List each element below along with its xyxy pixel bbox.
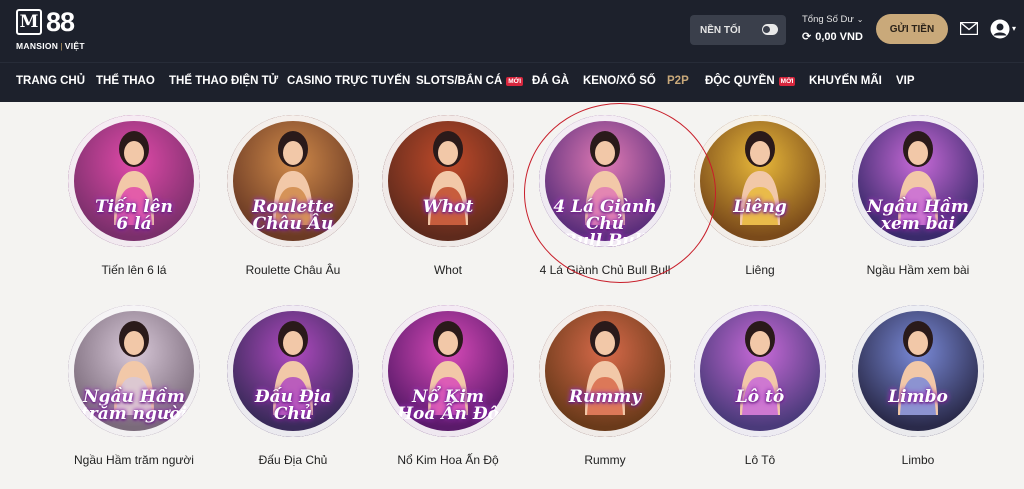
nav-item-home[interactable]: TRANG CHỦ: [16, 75, 85, 87]
logo-mark: M: [16, 9, 42, 35]
game-label[interactable]: Whot: [373, 263, 523, 277]
game-label[interactable]: Ngầu Hầm trăm người: [59, 453, 209, 467]
game-tile[interactable]: Nổ Kim Hoa Ấn Độ Nổ Kim Hoa Ấn Độ: [373, 305, 523, 480]
game-tile[interactable]: Liêng Liêng: [685, 115, 835, 290]
game-label[interactable]: Đấu Địa Chủ: [218, 453, 368, 467]
game-tile[interactable]: Whot Whot: [373, 115, 523, 290]
nav-item-promotions[interactable]: KHUYẾN MÃI: [809, 75, 882, 87]
nav-item-slots[interactable]: SLOTS/BẮN CÁ MỚI: [416, 75, 524, 87]
thumbnail-frame: [68, 305, 200, 437]
logo-sub-right: VIỆT: [64, 41, 85, 51]
game-tile[interactable]: Tiến lên 6 lá Tiến lên 6 lá: [59, 115, 209, 290]
game-tile[interactable]: Đấu Địa Chủ Đấu Địa Chủ: [218, 305, 368, 480]
game-label[interactable]: Limbo: [843, 453, 993, 467]
thumbnail-frame: [694, 115, 826, 247]
game-tile[interactable]: Ngầu Hầm xem bài Ngầu Hầm xem bài: [843, 115, 993, 290]
game-label[interactable]: Lô Tô: [685, 453, 835, 467]
game-thumbnail[interactable]: Tiến lên 6 lá: [68, 115, 200, 247]
game-tile[interactable]: Lô tô Lô Tô: [685, 305, 835, 480]
thumbnail-frame: [227, 305, 359, 437]
balance-label-text: Tổng Số Dư: [802, 14, 854, 25]
mail-icon[interactable]: [960, 22, 978, 35]
nav-item-esports[interactable]: THỂ THAO ĐIỆN TỬ: [169, 75, 278, 87]
game-tile[interactable]: Ngầu Hầm trăm người Ngầu Hầm trăm người: [59, 305, 209, 480]
game-thumbnail[interactable]: Roulette Châu Âu: [227, 115, 359, 247]
dark-mode-toggle[interactable]: NỀN TỐI: [690, 15, 786, 45]
logo-sub-left: MANSION: [16, 41, 59, 51]
main-nav: TRANG CHỦ THỂ THAO THỂ THAO ĐIỆN TỬ CASI…: [0, 62, 1024, 102]
balance-amount: 0,00 VND: [815, 30, 863, 43]
thumbnail-frame: [852, 115, 984, 247]
top-header: M 88 MANSION | VIỆT NỀN TỐI Tổng Số Dư ⌄ ⟳…: [0, 0, 1024, 62]
thumbnail-frame: [539, 305, 671, 437]
game-thumbnail[interactable]: Lô tô: [694, 305, 826, 437]
new-badge: MỚI: [506, 76, 524, 86]
deposit-button[interactable]: GỬI TIỀN: [876, 14, 948, 44]
game-thumbnail[interactable]: Rummy: [539, 305, 671, 437]
game-label[interactable]: Tiến lên 6 lá: [59, 263, 209, 277]
toggle-switch-icon[interactable]: [762, 24, 778, 35]
game-thumbnail[interactable]: Whot: [382, 115, 514, 247]
balance-label: Tổng Số Dư ⌄: [802, 14, 872, 25]
nav-item-exclusive[interactable]: ĐỘC QUYỀN MỚI: [705, 75, 796, 87]
thumbnail-frame: [382, 305, 514, 437]
game-label[interactable]: Roulette Châu Âu: [218, 263, 368, 277]
game-thumbnail[interactable]: Ngầu Hầm xem bài: [852, 115, 984, 247]
thumbnail-frame: [694, 305, 826, 437]
game-label[interactable]: 4 Lá Giành Chủ Bull Bull: [530, 263, 680, 277]
game-thumbnail[interactable]: Ngầu Hầm trăm người: [68, 305, 200, 437]
refresh-icon[interactable]: ⟳: [802, 30, 811, 43]
game-thumbnail[interactable]: Liêng: [694, 115, 826, 247]
game-thumbnail[interactable]: Nổ Kim Hoa Ấn Độ: [382, 305, 514, 437]
game-tile[interactable]: 4 Lá Giành Chủ Bull Bull 4 Lá Giành Chủ B…: [530, 115, 680, 290]
game-label[interactable]: Rummy: [530, 453, 680, 467]
game-thumbnail[interactable]: Đấu Địa Chủ: [227, 305, 359, 437]
game-label[interactable]: Nổ Kim Hoa Ấn Độ: [373, 453, 523, 467]
nav-item-sports[interactable]: THỂ THAO: [96, 75, 155, 87]
game-thumbnail[interactable]: 4 Lá Giành Chủ Bull Bull: [539, 115, 671, 247]
game-tile[interactable]: Rummy Rummy: [530, 305, 680, 480]
chevron-down-icon: ⌄: [856, 15, 864, 24]
thumbnail-frame: [539, 115, 671, 247]
thumbnail-frame: [382, 115, 514, 247]
game-thumbnail[interactable]: Limbo: [852, 305, 984, 437]
thumbnail-frame: [227, 115, 359, 247]
user-icon[interactable]: [990, 19, 1010, 39]
game-label[interactable]: Liêng: [685, 263, 835, 277]
logo-subtitle: MANSION | VIỆT: [16, 41, 85, 51]
balance-widget[interactable]: Tổng Số Dư ⌄ ⟳ 0,00 VND: [802, 14, 872, 46]
game-tile[interactable]: Limbo Limbo: [843, 305, 993, 480]
balance-value: ⟳ 0,00 VND: [802, 30, 872, 44]
nav-item-cockfight[interactable]: ĐÁ GÀ: [532, 75, 569, 87]
thumbnail-frame: [852, 305, 984, 437]
logo-number: 88: [46, 7, 75, 37]
nav-item-p2p[interactable]: P2P: [667, 75, 689, 87]
nav-item-vip[interactable]: VIP: [896, 75, 915, 87]
m88-logo[interactable]: M 88 MANSION | VIỆT: [16, 7, 96, 55]
game-label[interactable]: Ngầu Hầm xem bài: [843, 263, 993, 277]
game-tile[interactable]: Roulette Châu Âu Roulette Châu Âu: [218, 115, 368, 290]
nav-item-lottery[interactable]: KENO/XỔ SỐ: [583, 75, 656, 87]
thumbnail-frame: [68, 115, 200, 247]
nav-item-live-casino[interactable]: CASINO TRỰC TUYẾN: [287, 75, 410, 87]
dark-mode-label: NỀN TỐI: [700, 24, 741, 36]
new-badge: MỚI: [778, 76, 796, 86]
chevron-down-icon[interactable]: ▾: [1012, 24, 1016, 33]
